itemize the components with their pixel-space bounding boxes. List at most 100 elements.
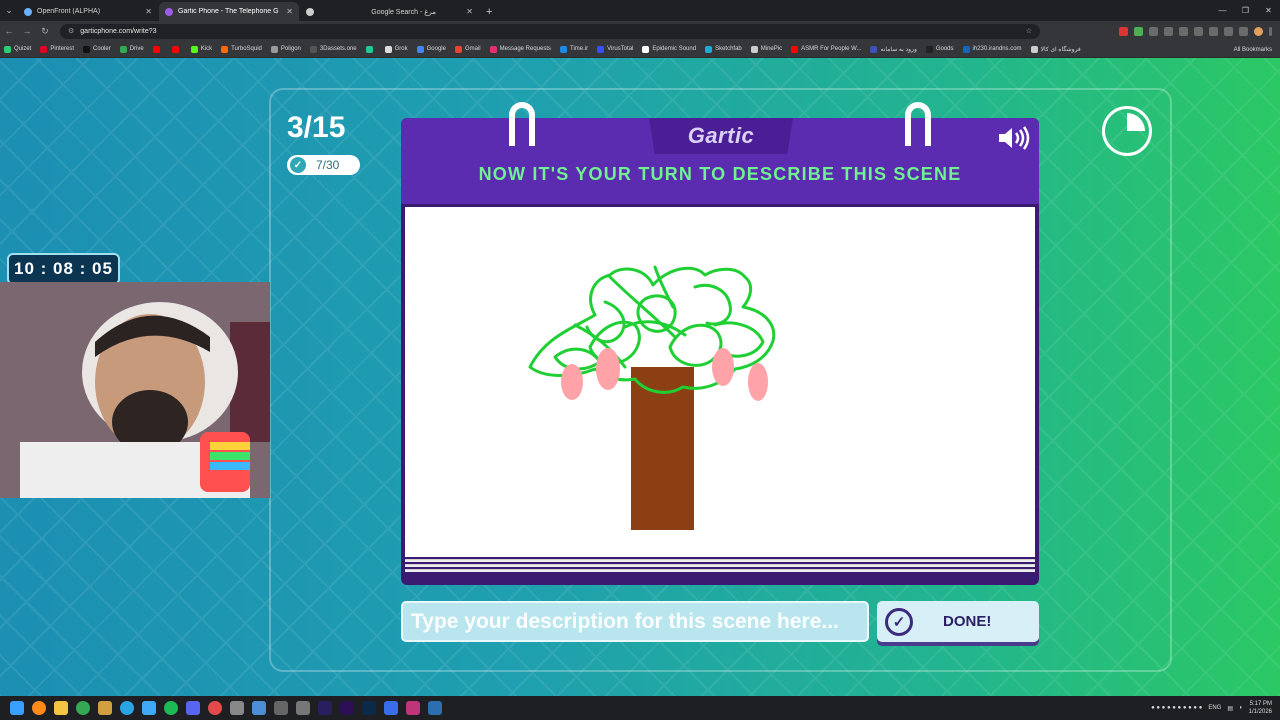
bookmark-item[interactable]: Epidemic Sound: [642, 45, 696, 53]
bookmark-item[interactable]: TurboSquid: [221, 45, 262, 53]
bookmark-item[interactable]: 3Dassets.one: [309, 45, 357, 53]
extension-icon[interactable]: [1209, 26, 1218, 36]
chrome-icon[interactable]: [76, 701, 90, 715]
windows-start-icon[interactable]: [10, 701, 24, 715]
tab-title: OpenFront (ALPHA): [37, 8, 101, 15]
extension-icon[interactable]: [1164, 26, 1173, 36]
bookmark-item[interactable]: Time.ir: [560, 45, 588, 53]
bookmark-item[interactable]: Quizet: [4, 45, 32, 53]
volume-icon[interactable]: ◗: [1239, 705, 1243, 711]
game-stage: 3/15 ✓ 7/30 Gartic NOW IT'S YOUR TURN TO…: [0, 58, 1280, 696]
bookmark-item[interactable]: Cooler: [83, 45, 111, 53]
bookmark-favicon-icon: [4, 45, 11, 53]
bookmark-favicon-icon: [270, 45, 278, 53]
browser-tab-0[interactable]: OpenFront (ALPHA) ✕: [18, 2, 158, 21]
back-icon[interactable]: ←: [0, 26, 18, 36]
app-icon[interactable]: [98, 701, 112, 715]
tab-title: Google Search - مرغ: [371, 8, 436, 16]
bookmark-item[interactable]: Pinterest: [40, 45, 74, 53]
bookmark-item[interactable]: ASMR For People W...: [791, 45, 861, 53]
spotify-icon[interactable]: [164, 701, 178, 715]
bookmark-item[interactable]: [171, 45, 182, 53]
app-icon[interactable]: [406, 701, 420, 715]
tray-icons[interactable]: ● ● ● ● ● ● ● ● ● ●: [1151, 705, 1202, 711]
app-icon[interactable]: [274, 701, 288, 715]
bookmark-item[interactable]: Drive: [119, 45, 144, 53]
bookmark-favicon-icon: [925, 45, 933, 53]
bookmark-item[interactable]: ورود به سامانه: [870, 45, 917, 53]
scene-description-input[interactable]: [401, 601, 869, 642]
menu-icon[interactable]: [1269, 26, 1272, 36]
app-icon[interactable]: [296, 701, 310, 715]
bookmark-item[interactable]: VirusTotal: [597, 45, 633, 53]
bookmark-item[interactable]: Gmail: [454, 45, 481, 53]
file-explorer-icon[interactable]: [54, 701, 68, 715]
extension-icon[interactable]: [1134, 26, 1143, 36]
extension-icon[interactable]: [1224, 26, 1233, 36]
extension-icon[interactable]: [1239, 26, 1248, 36]
app-icon[interactable]: [252, 701, 266, 715]
bookmark-item[interactable]: Poligon: [270, 45, 301, 53]
bookmark-label: Goods: [935, 46, 954, 52]
discord-icon[interactable]: [186, 701, 200, 715]
bookmark-label: Sketchfab: [715, 46, 742, 52]
search-icon[interactable]: [32, 701, 46, 715]
browser-tab-2[interactable]: [300, 2, 338, 21]
profile-avatar[interactable]: [1254, 26, 1263, 36]
done-button[interactable]: ✓ DONE!: [877, 601, 1039, 642]
photoshop-icon[interactable]: [362, 701, 376, 715]
after-effects-icon[interactable]: [318, 701, 332, 715]
bookmark-label: Google: [426, 46, 446, 52]
app-icon[interactable]: [428, 701, 442, 715]
bookmark-item[interactable]: [365, 45, 376, 53]
bookmark-star-icon[interactable]: ☆: [1026, 27, 1032, 35]
bookmark-item[interactable]: Google: [416, 45, 446, 53]
extension-icon[interactable]: [1149, 26, 1158, 36]
close-window-icon[interactable]: ✕: [1257, 0, 1280, 21]
forward-icon[interactable]: →: [18, 26, 36, 36]
bookmark-item[interactable]: Grok: [384, 45, 408, 53]
bookmark-favicon-icon: [750, 45, 758, 53]
bookmark-favicon-icon: [221, 45, 229, 53]
app-icon[interactable]: [142, 701, 156, 715]
bookmark-item[interactable]: Kick: [190, 45, 212, 53]
reload-icon[interactable]: ↻: [36, 26, 54, 37]
minimize-icon[interactable]: —: [1211, 0, 1234, 21]
stream-clock: 10 : 08 : 05: [7, 253, 120, 285]
bookmark-item[interactable]: Sketchfab: [705, 45, 742, 53]
speaker-icon[interactable]: [997, 126, 1031, 150]
bookmark-item[interactable]: Message Requests: [489, 45, 551, 53]
new-tab-icon[interactable]: +: [486, 2, 492, 21]
bookmark-item[interactable]: Goods: [925, 45, 954, 53]
done-button-label: DONE!: [943, 613, 992, 630]
bookmark-item[interactable]: [152, 45, 163, 53]
network-icon[interactable]: ▤: [1227, 705, 1233, 712]
extension-icon[interactable]: [1119, 26, 1128, 36]
language-indicator[interactable]: ENG: [1208, 705, 1221, 711]
browser-toolbar: ← → ↻ ⚙ garticphone.com/write?3 ☆: [0, 21, 1280, 41]
browser-tab-3[interactable]: Google Search - مرغ ✕: [339, 2, 479, 21]
site-info-icon[interactable]: ⚙: [68, 27, 74, 35]
address-bar[interactable]: ⚙ garticphone.com/write?3 ☆: [60, 23, 1040, 39]
tray-clock[interactable]: 5:17 PM 1/1/2026: [1249, 700, 1272, 716]
extension-icon[interactable]: [1179, 26, 1188, 36]
telegram-icon[interactable]: [120, 701, 134, 715]
extension-icon[interactable]: [1194, 26, 1203, 36]
app-icon[interactable]: [230, 701, 244, 715]
page-edge: [405, 559, 1035, 562]
bookmark-item[interactable]: MinePic: [750, 45, 782, 53]
premiere-icon[interactable]: [340, 701, 354, 715]
bookmark-label: Quizet: [14, 46, 32, 52]
all-bookmarks-button[interactable]: All Bookmarks: [1227, 41, 1272, 57]
tab-close-icon[interactable]: ✕: [466, 7, 473, 16]
browser-tab-1[interactable]: Gartic Phone - The Telephone G ✕: [159, 2, 299, 21]
restore-icon[interactable]: ❐: [1234, 0, 1257, 21]
tab-close-icon[interactable]: ✕: [145, 7, 152, 16]
app-icon[interactable]: [384, 701, 398, 715]
tab-favicon-icon: [165, 7, 173, 16]
tab-close-icon[interactable]: ✕: [286, 7, 293, 16]
bookmark-item[interactable]: فروشگاه ای کالا: [1030, 45, 1081, 53]
app-icon[interactable]: [208, 701, 222, 715]
tab-search-icon[interactable]: ⌄: [0, 0, 18, 21]
bookmark-item[interactable]: ih230.irandns.com: [962, 45, 1022, 53]
